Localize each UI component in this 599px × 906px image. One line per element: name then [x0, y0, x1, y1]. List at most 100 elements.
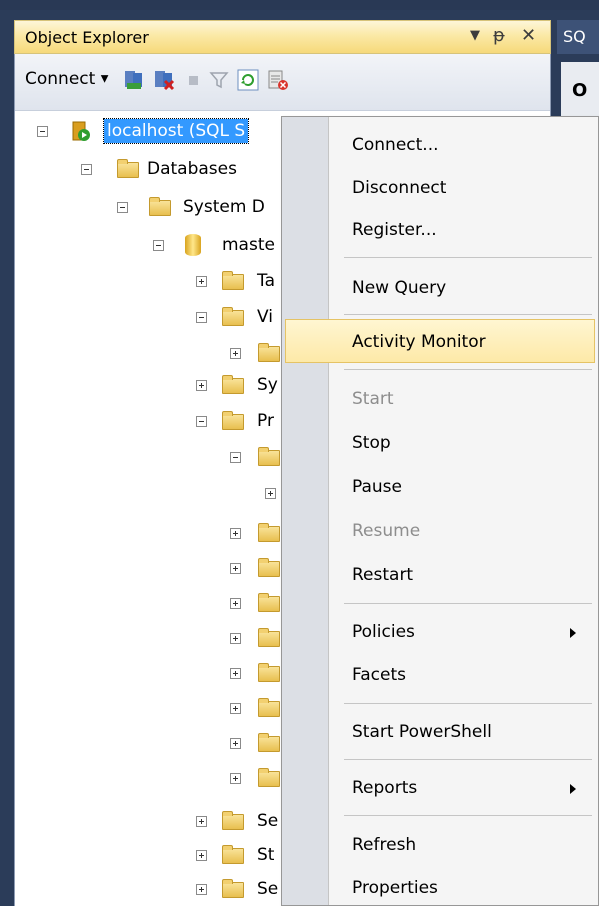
menu-item-pause[interactable]: Pause — [352, 473, 402, 501]
connect-dropdown-button[interactable]: Connect ▼ — [25, 69, 108, 89]
menu-separator — [344, 815, 592, 816]
folder-icon — [222, 375, 244, 394]
register-server-icon[interactable] — [123, 69, 145, 91]
collapse-toggle[interactable] — [153, 240, 164, 251]
menu-item-disconnect[interactable]: Disconnect — [352, 174, 446, 202]
folder-icon — [149, 197, 171, 216]
folder-icon — [258, 663, 280, 682]
menu-icon-gutter — [282, 117, 329, 905]
window-frame — [0, 0, 599, 10]
object-explorer-toolbar: Connect ▼ — [15, 54, 550, 111]
collapse-toggle[interactable] — [117, 202, 128, 213]
views-node-label: Vi — [257, 307, 273, 327]
menu-item-properties[interactable]: Properties — [352, 874, 438, 902]
folder-icon — [258, 523, 280, 542]
folder-icon — [222, 411, 244, 430]
collapse-toggle[interactable] — [37, 126, 48, 137]
folder-icon — [222, 811, 244, 830]
document-tab-label: SQ — [563, 27, 586, 46]
menu-item-connect[interactable]: Connect... — [352, 131, 439, 159]
filter-icon — [209, 72, 229, 89]
disconnect-icon[interactable] — [153, 69, 175, 91]
expand-toggle[interactable] — [230, 668, 241, 679]
menu-item-stop[interactable]: Stop — [352, 429, 391, 457]
menu-separator — [344, 703, 592, 704]
connect-label: Connect — [25, 69, 96, 89]
stop-icon — [189, 76, 198, 85]
folder-icon — [258, 698, 280, 717]
folder-icon — [258, 733, 280, 752]
expand-toggle[interactable] — [196, 380, 207, 391]
menu-item-register[interactable]: Register... — [352, 216, 437, 244]
menu-separator — [344, 603, 592, 604]
expand-toggle[interactable] — [196, 276, 207, 287]
storage-node-label: St — [257, 845, 275, 865]
security-node-label: Se — [257, 879, 279, 899]
server-node-label[interactable]: localhost (SQL S — [102, 118, 250, 144]
menu-item-start: Start — [352, 389, 394, 409]
expand-toggle[interactable] — [230, 738, 241, 749]
window-position-menu-icon[interactable]: ▼ — [470, 28, 480, 43]
expand-toggle[interactable] — [230, 633, 241, 644]
menu-item-activity-monitor[interactable]: Activity Monitor — [352, 328, 486, 356]
folder-icon — [258, 558, 280, 577]
submenu-arrow-icon — [570, 784, 576, 794]
folder-icon — [222, 271, 244, 290]
object-explorer-titlebar: Object Explorer ▼ ᵽ ✕ — [14, 20, 551, 54]
expand-toggle[interactable] — [196, 850, 207, 861]
expand-toggle[interactable] — [230, 528, 241, 539]
service-broker-node-label: Se — [257, 811, 279, 831]
server-icon — [72, 121, 90, 141]
folder-icon — [222, 845, 244, 864]
master-node-label: maste — [222, 235, 275, 255]
expand-toggle[interactable] — [265, 488, 276, 499]
menu-item-start-powershell[interactable]: Start PowerShell — [352, 718, 492, 746]
expand-toggle[interactable] — [196, 816, 207, 827]
folder-icon — [258, 343, 280, 362]
collapse-toggle[interactable] — [196, 312, 207, 323]
system-databases-node-label: System D — [183, 197, 265, 217]
menu-separator — [344, 759, 592, 760]
menu-item-facets[interactable]: Facets — [352, 661, 406, 689]
database-icon — [185, 234, 201, 256]
folder-icon — [258, 593, 280, 612]
document-tab[interactable]: SQ — [557, 20, 599, 54]
programmability-node-label: Pr — [257, 411, 274, 431]
tables-node-label: Ta — [257, 271, 275, 291]
expand-toggle[interactable] — [230, 348, 241, 359]
document-subheader-label: O — [572, 80, 588, 101]
databases-node-label: Databases — [147, 159, 237, 179]
collapse-toggle[interactable] — [230, 452, 241, 463]
menu-item-refresh[interactable]: Refresh — [352, 831, 416, 859]
menu-item-restart[interactable]: Restart — [352, 561, 413, 589]
document-subheader: O — [561, 62, 599, 123]
context-menu: Connect... Disconnect Register... New Qu… — [281, 116, 599, 906]
folder-icon — [222, 307, 244, 326]
menu-item-new-query[interactable]: New Query — [352, 274, 446, 302]
collapse-toggle[interactable] — [81, 164, 92, 175]
menu-item-policies[interactable]: Policies — [352, 618, 415, 646]
menu-separator — [344, 369, 592, 370]
object-explorer-title: Object Explorer — [25, 28, 149, 47]
collapse-toggle[interactable] — [196, 416, 207, 427]
menu-separator — [344, 314, 592, 315]
folder-icon — [258, 628, 280, 647]
folder-icon — [258, 447, 280, 466]
activity-monitor-icon[interactable] — [267, 69, 289, 91]
expand-toggle[interactable] — [230, 598, 241, 609]
folder-icon — [222, 879, 244, 898]
expand-toggle[interactable] — [230, 563, 241, 574]
submenu-arrow-icon — [570, 628, 576, 638]
close-icon[interactable]: ✕ — [521, 25, 536, 46]
auto-hide-pin-icon[interactable]: ᵽ — [493, 25, 505, 46]
synonyms-node-label: Sy — [257, 375, 278, 395]
folder-icon — [117, 159, 139, 178]
folder-icon — [258, 768, 280, 787]
expand-toggle[interactable] — [230, 703, 241, 714]
expand-toggle[interactable] — [196, 884, 207, 895]
menu-item-reports[interactable]: Reports — [352, 774, 417, 802]
expand-toggle[interactable] — [230, 773, 241, 784]
menu-separator — [344, 257, 592, 258]
menu-item-resume: Resume — [352, 521, 421, 541]
refresh-icon[interactable] — [237, 69, 259, 91]
